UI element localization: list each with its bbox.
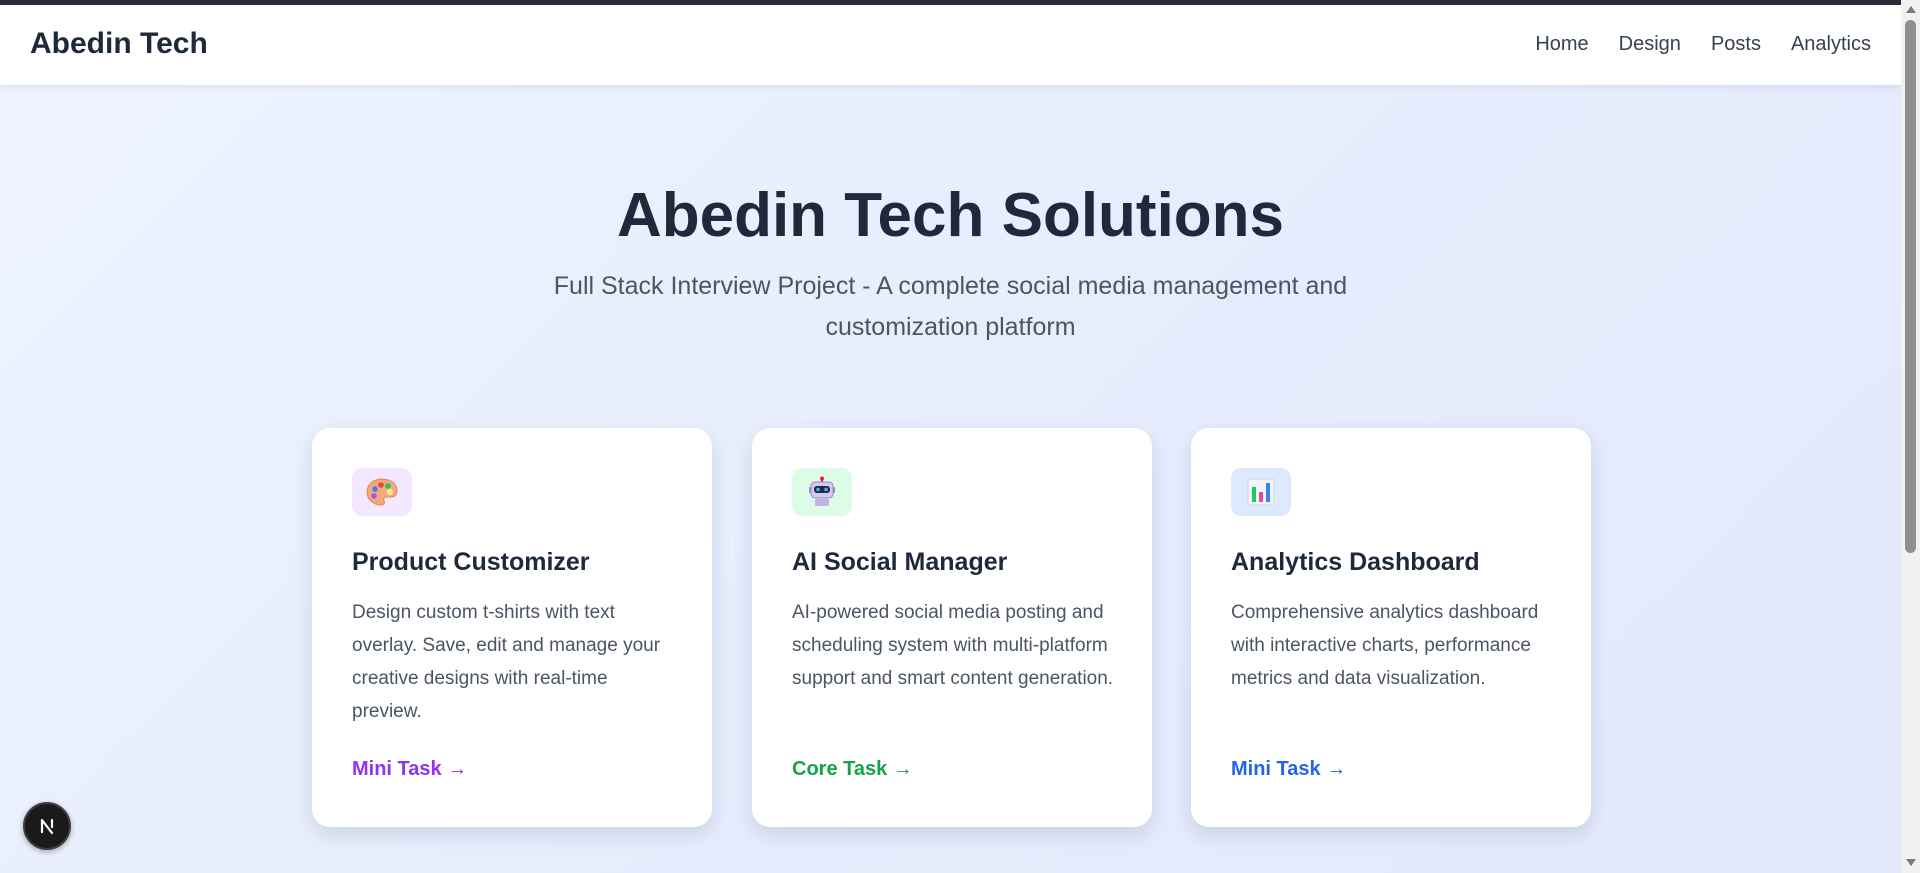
scrollbar-thumb[interactable] [1905, 20, 1916, 553]
card-title: Analytics Dashboard [1231, 548, 1480, 576]
card-description: AI-powered social media posting and sche… [792, 602, 1114, 689]
hero-title: Abedin Tech Solutions [616, 181, 1285, 250]
card-description: Comprehensive analytics dashboard with i… [1231, 602, 1539, 689]
card-product-customizer: Product Customizer Design custom t-shirt… [312, 428, 712, 827]
nav-link-home[interactable]: Home [1535, 33, 1588, 56]
nextjs-logo-icon[interactable] [23, 802, 71, 850]
brand-logo-text[interactable]: Abedin Tech [30, 27, 208, 61]
card-description: Design custom t-shirts with text overlay… [352, 602, 661, 722]
card-title: Product Customizer [352, 548, 590, 576]
core-task-link[interactable]: Core Task → [792, 758, 913, 781]
bar-chart-icon [1231, 468, 1291, 516]
navbar: Abedin Tech Home Design Posts Analytics [0, 5, 1901, 85]
mini-task-link[interactable]: Mini Task → [1231, 758, 1346, 781]
scroll-up-arrow-icon[interactable] [1906, 6, 1916, 13]
card-analytics-dashboard: Analytics Dashboard Comprehensive analyt… [1191, 428, 1591, 827]
hero-subtitle: Full Stack Interview Project - A complet… [553, 272, 1348, 341]
nav-link-posts[interactable]: Posts [1711, 33, 1761, 56]
mini-task-link[interactable]: Mini Task → [352, 758, 467, 781]
robot-icon [792, 468, 852, 516]
scroll-down-arrow-icon[interactable] [1906, 859, 1916, 866]
nav-links: Home Design Posts Analytics [1535, 33, 1871, 56]
palette-icon [352, 468, 412, 516]
card-title: AI Social Manager [792, 548, 1008, 576]
card-ai-social-manager: AI Social Manager AI-powered social medi… [752, 428, 1152, 827]
nav-link-analytics[interactable]: Analytics [1791, 33, 1871, 56]
vertical-scrollbar[interactable] [1901, 0, 1920, 873]
nav-link-design[interactable]: Design [1619, 33, 1681, 56]
